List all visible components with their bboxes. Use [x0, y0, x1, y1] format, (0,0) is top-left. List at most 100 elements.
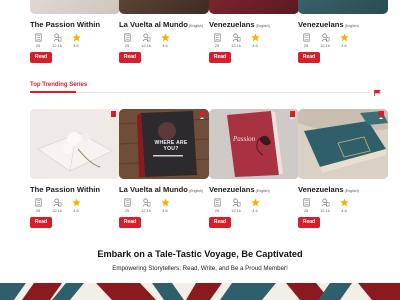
star-icon	[250, 198, 260, 207]
reads-count: 12.1k	[231, 208, 241, 213]
book-cover[interactable]	[209, 0, 299, 14]
star-icon	[160, 198, 170, 207]
reads-count: 12.1k	[320, 208, 330, 213]
book-card[interactable]: Venezuelans(English) 25 12.1k 4.6 Read	[298, 109, 388, 231]
pages-icon	[123, 198, 131, 207]
read-button[interactable]: Read	[298, 52, 320, 63]
rating-value: 4.6	[252, 43, 258, 48]
book-card[interactable]: The Passion Within 25 12.1k 4.6 Read	[30, 109, 120, 231]
reads-icon	[232, 33, 240, 42]
pages-count: 25	[124, 208, 130, 213]
rating-value: 4.6	[162, 208, 168, 213]
rating-stat: 4.6	[247, 198, 263, 213]
book-card[interactable]: Passion Venezuelans(English) 25 12.1k 4.…	[209, 109, 299, 231]
bookmark-icon[interactable]	[379, 111, 384, 119]
pages-stat: 25	[119, 33, 135, 48]
book-card[interactable]: Venezuelans(English) 25 12.1k 4.6 Read	[298, 0, 388, 64]
book-title[interactable]: Venezuelans(English)	[298, 185, 359, 194]
book-stats: 25 12.1k 4.6	[209, 198, 299, 215]
cover-text: Passion	[233, 135, 256, 143]
book-stats: 25 12.1k 4.6	[119, 33, 209, 50]
reads-stat: 12.1k	[49, 198, 65, 213]
rating-value: 4.6	[252, 208, 258, 213]
book-title[interactable]: La Vuelta al Mundo(English)	[119, 185, 203, 194]
read-button[interactable]: Read	[30, 217, 52, 228]
book-cover[interactable]: Passion	[209, 109, 299, 179]
reads-stat: 12.1k	[317, 33, 333, 48]
pages-icon	[34, 198, 42, 207]
rating-value: 4.6	[341, 208, 347, 213]
cover-text: WHERE ARE YOU?	[154, 140, 188, 152]
read-button[interactable]: Read	[209, 52, 231, 63]
pages-count: 25	[303, 208, 309, 213]
reads-icon	[321, 198, 329, 207]
reads-stat: 12.1k	[49, 33, 65, 48]
trending-book-row: The Passion Within 25 12.1k 4.6 Read WHE…	[0, 109, 400, 231]
book-cover[interactable]	[298, 0, 388, 14]
reads-icon	[142, 198, 150, 207]
star-icon	[71, 198, 81, 207]
reads-count: 12.1k	[52, 208, 62, 213]
pages-stat: 25	[209, 198, 225, 213]
read-button[interactable]: Read	[119, 52, 141, 63]
rating-stat: 4.6	[68, 33, 84, 48]
reads-count: 12.1k	[141, 43, 151, 48]
book-title[interactable]: Venezuelans(English)	[209, 185, 270, 194]
star-icon	[71, 33, 81, 42]
reads-icon	[53, 198, 61, 207]
read-button[interactable]: Read	[119, 217, 141, 228]
flag-icon[interactable]	[374, 90, 381, 96]
book-cover[interactable]	[298, 109, 388, 179]
book-title[interactable]: La Vuelta al Mundo(English)	[119, 20, 203, 29]
pages-icon	[213, 33, 221, 42]
reads-icon	[53, 33, 61, 42]
reads-count: 12.1k	[320, 43, 330, 48]
read-button[interactable]: Read	[30, 52, 52, 63]
section-underline	[30, 91, 76, 93]
book-card[interactable]: Venezuelans(English) 25 12.1k 4.6 Read	[209, 0, 299, 64]
reads-icon	[321, 33, 329, 42]
bookmark-icon[interactable]	[111, 111, 116, 119]
reads-count: 12.1k	[231, 43, 241, 48]
book-card[interactable]: La Vuelta al Mundo(English) 25 12.1k 4.6…	[119, 0, 209, 64]
pages-stat: 25	[30, 33, 46, 48]
book-stats: 25 12.1k 4.6	[30, 33, 120, 50]
reads-stat: 12.1k	[317, 198, 333, 213]
book-card[interactable]: WHERE ARE YOU? La Vuelta al Mundo(Englis…	[119, 109, 209, 231]
book-stats: 25 12.1k 4.6	[119, 198, 209, 215]
read-button[interactable]: Read	[298, 217, 320, 228]
bookmark-icon[interactable]	[290, 111, 295, 119]
reads-icon	[232, 198, 240, 207]
book-cover[interactable]	[119, 0, 209, 14]
bookmark-icon[interactable]	[200, 111, 205, 119]
book-title[interactable]: Venezuelans(English)	[209, 20, 270, 29]
promo-headline: Embark on a Tale-Tastic Voyage, Be Capti…	[97, 249, 303, 259]
pages-count: 25	[214, 208, 220, 213]
book-title[interactable]: The Passion Within	[30, 185, 101, 194]
footer-banner	[0, 283, 400, 300]
book-card[interactable]: The Passion Within 25 12.1k 4.6 Read	[30, 0, 120, 64]
book-stats: 25 12.1k 4.6	[298, 198, 388, 215]
top-book-row: The Passion Within 25 12.1k 4.6 Read La …	[0, 0, 400, 65]
rating-stat: 4.6	[336, 198, 352, 213]
pages-icon	[34, 33, 42, 42]
cover-illustration	[298, 109, 388, 179]
star-icon	[339, 33, 349, 42]
pages-stat: 25	[298, 198, 314, 213]
pages-icon	[302, 33, 310, 42]
book-title[interactable]: The Passion Within	[30, 20, 101, 29]
pages-stat: 25	[30, 198, 46, 213]
pages-count: 25	[214, 43, 220, 48]
rating-stat: 4.6	[157, 198, 173, 213]
book-title[interactable]: Venezuelans(English)	[298, 20, 359, 29]
rating-stat: 4.6	[247, 33, 263, 48]
pages-icon	[213, 198, 221, 207]
rating-stat: 4.6	[68, 198, 84, 213]
rating-stat: 4.6	[336, 33, 352, 48]
book-cover[interactable]	[30, 109, 120, 179]
pages-stat: 25	[209, 33, 225, 48]
rating-value: 4.6	[341, 43, 347, 48]
book-cover[interactable]: WHERE ARE YOU?	[119, 109, 209, 179]
book-cover[interactable]	[30, 0, 120, 14]
read-button[interactable]: Read	[209, 217, 231, 228]
